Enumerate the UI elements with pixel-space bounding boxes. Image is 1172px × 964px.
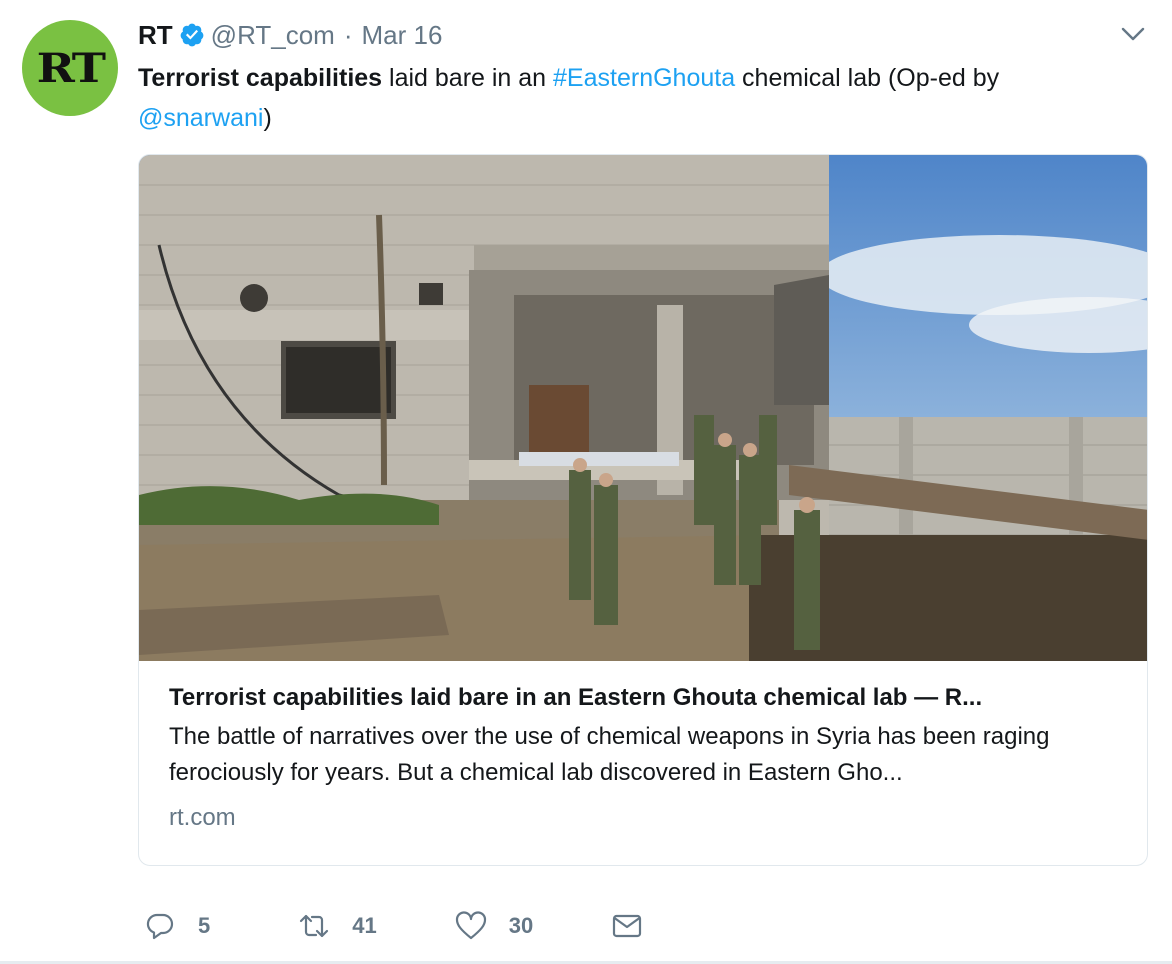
link-card[interactable]: Terrorist capabilities laid bare in an E… — [138, 154, 1148, 866]
avatar-logo-text: RT — [36, 44, 105, 92]
card-body: Terrorist capabilities laid bare in an E… — [169, 681, 1129, 833]
like-count: 30 — [508, 913, 534, 938]
author-handle[interactable]: @RT_com — [211, 20, 335, 51]
retweet-button[interactable]: 41 — [298, 910, 377, 942]
retweet-count: 41 — [352, 913, 377, 938]
tweet-text-bold: Terrorist capabilities — [138, 64, 383, 92]
like-button[interactable]: 30 — [455, 910, 533, 942]
retweet-icon — [300, 914, 329, 938]
tweet-text: Terrorist capabilities laid bare in an #… — [138, 58, 1138, 138]
card-description: The battle of narratives over the use of… — [169, 723, 1050, 786]
tweet-text-segment: chemical lab (Op-ed by — [735, 64, 1000, 92]
reply-button[interactable]: 5 — [144, 910, 210, 942]
card-title[interactable]: Terrorist capabilities laid bare in an E… — [169, 681, 1129, 715]
tweet-actions: 5 41 30 — [144, 906, 643, 946]
reply-count: 5 — [198, 913, 211, 938]
avatar[interactable]: RT — [22, 20, 118, 116]
card-domain: rt.com — [169, 804, 236, 831]
card-photo — [139, 155, 1147, 661]
verified-badge-icon — [180, 23, 204, 47]
reply-icon — [146, 913, 174, 940]
tweet-header: RT @RT_com · Mar 16 — [138, 18, 442, 52]
tweet-text-segment: ) — [263, 104, 272, 132]
mention-link[interactable]: @snarwani — [138, 104, 263, 132]
heart-icon — [455, 911, 486, 940]
author-name[interactable]: RT — [138, 20, 173, 51]
tweet-text-segment: laid bare in an — [382, 64, 554, 92]
separator-dot: · — [343, 19, 353, 50]
tweet-date[interactable]: Mar 16 — [362, 20, 443, 51]
hashtag-link[interactable]: #EasternGhouta — [553, 64, 735, 92]
direct-message-button[interactable] — [611, 910, 643, 942]
envelope-icon — [613, 914, 642, 938]
chevron-down-icon[interactable] — [1120, 24, 1146, 44]
